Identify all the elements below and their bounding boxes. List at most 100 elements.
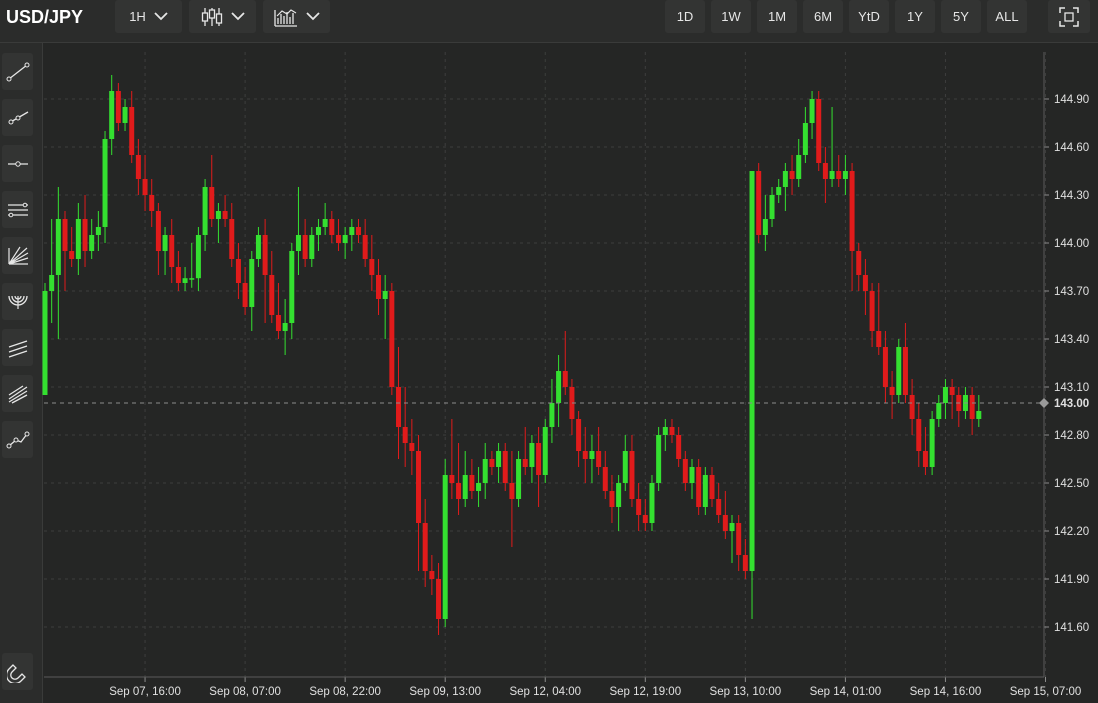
candle-body [95, 227, 101, 235]
candle-body [622, 451, 628, 483]
x-tick-label: Sep 12, 04:00 [509, 686, 581, 698]
y-tick-label: 143.70 [1054, 286, 1089, 298]
candle-body [856, 251, 862, 275]
candle-body [929, 419, 935, 467]
candle-body [476, 483, 482, 491]
candle-body [636, 499, 642, 515]
candle-body [642, 515, 648, 523]
candle-body [255, 235, 261, 259]
candle-body [382, 291, 388, 299]
candle-body [229, 219, 235, 259]
candle-body [836, 171, 842, 179]
candle-body [202, 187, 208, 235]
candle-body [436, 579, 442, 619]
x-tick-label: Sep 13, 10:00 [710, 686, 782, 698]
candle [896, 339, 902, 403]
candle-body [662, 427, 668, 435]
candle-body [876, 331, 882, 347]
plot-area [44, 52, 1044, 677]
y-tick-label: 141.60 [1054, 622, 1089, 634]
candle-body [862, 275, 868, 291]
candle-body [589, 451, 595, 459]
candle-body [275, 315, 281, 331]
candle-body [742, 555, 748, 571]
candle-body [462, 475, 468, 499]
candle-body [442, 475, 448, 619]
candle [696, 459, 702, 515]
x-tick-label: Sep 12, 19:00 [609, 686, 681, 698]
candle-body [195, 235, 201, 279]
candle-body [362, 235, 368, 259]
candle-body [222, 211, 228, 219]
candle-body [936, 403, 942, 419]
y-tick-label: 142.50 [1054, 478, 1089, 490]
candle-body [155, 211, 161, 251]
candle-body [516, 459, 522, 499]
candle-body [82, 219, 88, 251]
candle-body [822, 163, 828, 179]
candle-body [889, 387, 895, 395]
candle-body [736, 523, 742, 555]
candle [102, 131, 108, 243]
candle-body [295, 235, 301, 251]
candle-body [609, 491, 615, 507]
candle-body [189, 278, 195, 280]
y-tick-label: 144.00 [1054, 238, 1089, 250]
candle [756, 163, 762, 243]
candle-body [322, 219, 328, 227]
candle-body [469, 475, 475, 491]
candle-body [429, 571, 435, 579]
candle-body [749, 171, 755, 571]
candle-body [776, 187, 782, 195]
x-tick-label: Sep 15, 07:00 [1010, 686, 1082, 698]
candle-body [496, 451, 502, 467]
candle-body [689, 467, 695, 483]
y-tick-label: 143.40 [1054, 334, 1089, 346]
candle-body [789, 171, 795, 179]
candle-body [135, 155, 141, 179]
candle-body [302, 235, 308, 259]
candle-body [902, 347, 908, 395]
candle [442, 459, 448, 627]
candle-body [235, 259, 241, 283]
candle-body [649, 483, 655, 523]
candle-body [976, 411, 982, 419]
candle-body [182, 278, 188, 283]
candle-body [49, 275, 55, 291]
candle-body [315, 227, 321, 235]
candle-body [102, 139, 108, 227]
candle-body [409, 443, 415, 451]
candle-body [542, 427, 548, 475]
x-tick-label: Sep 09, 13:00 [409, 686, 481, 698]
candlestick-chart[interactable]: 144.90 144.60 144.30 144.00 143.70 143.40 143.… [0, 0, 1098, 703]
candle-body [782, 171, 788, 187]
candle-body [716, 499, 722, 515]
candle-body [969, 395, 975, 419]
candle-body [249, 259, 255, 307]
candle-body [142, 179, 148, 195]
y-tick-label: 142.80 [1054, 430, 1089, 442]
candle-body [656, 435, 662, 483]
candle-body [729, 523, 735, 531]
candle-body [389, 291, 395, 387]
candle-body [69, 251, 75, 259]
candle-body [909, 395, 915, 419]
candle-body [796, 155, 802, 179]
candle-body [702, 475, 708, 507]
candle-body [282, 323, 288, 331]
current-price-label: 143.00 [1054, 398, 1089, 410]
candle-body [62, 219, 68, 251]
candle-body [522, 459, 528, 467]
candle-body [769, 195, 775, 219]
candle-body [329, 219, 335, 235]
candle-body [175, 267, 181, 283]
candle-body [549, 403, 555, 427]
candle-body [722, 515, 728, 531]
candle-body [502, 451, 508, 483]
candle [656, 427, 662, 491]
candle-body [289, 251, 295, 323]
candle-body [709, 475, 715, 499]
candle-body [242, 283, 248, 307]
candle-body [896, 347, 902, 395]
x-tick-label: Sep 14, 01:00 [810, 686, 882, 698]
